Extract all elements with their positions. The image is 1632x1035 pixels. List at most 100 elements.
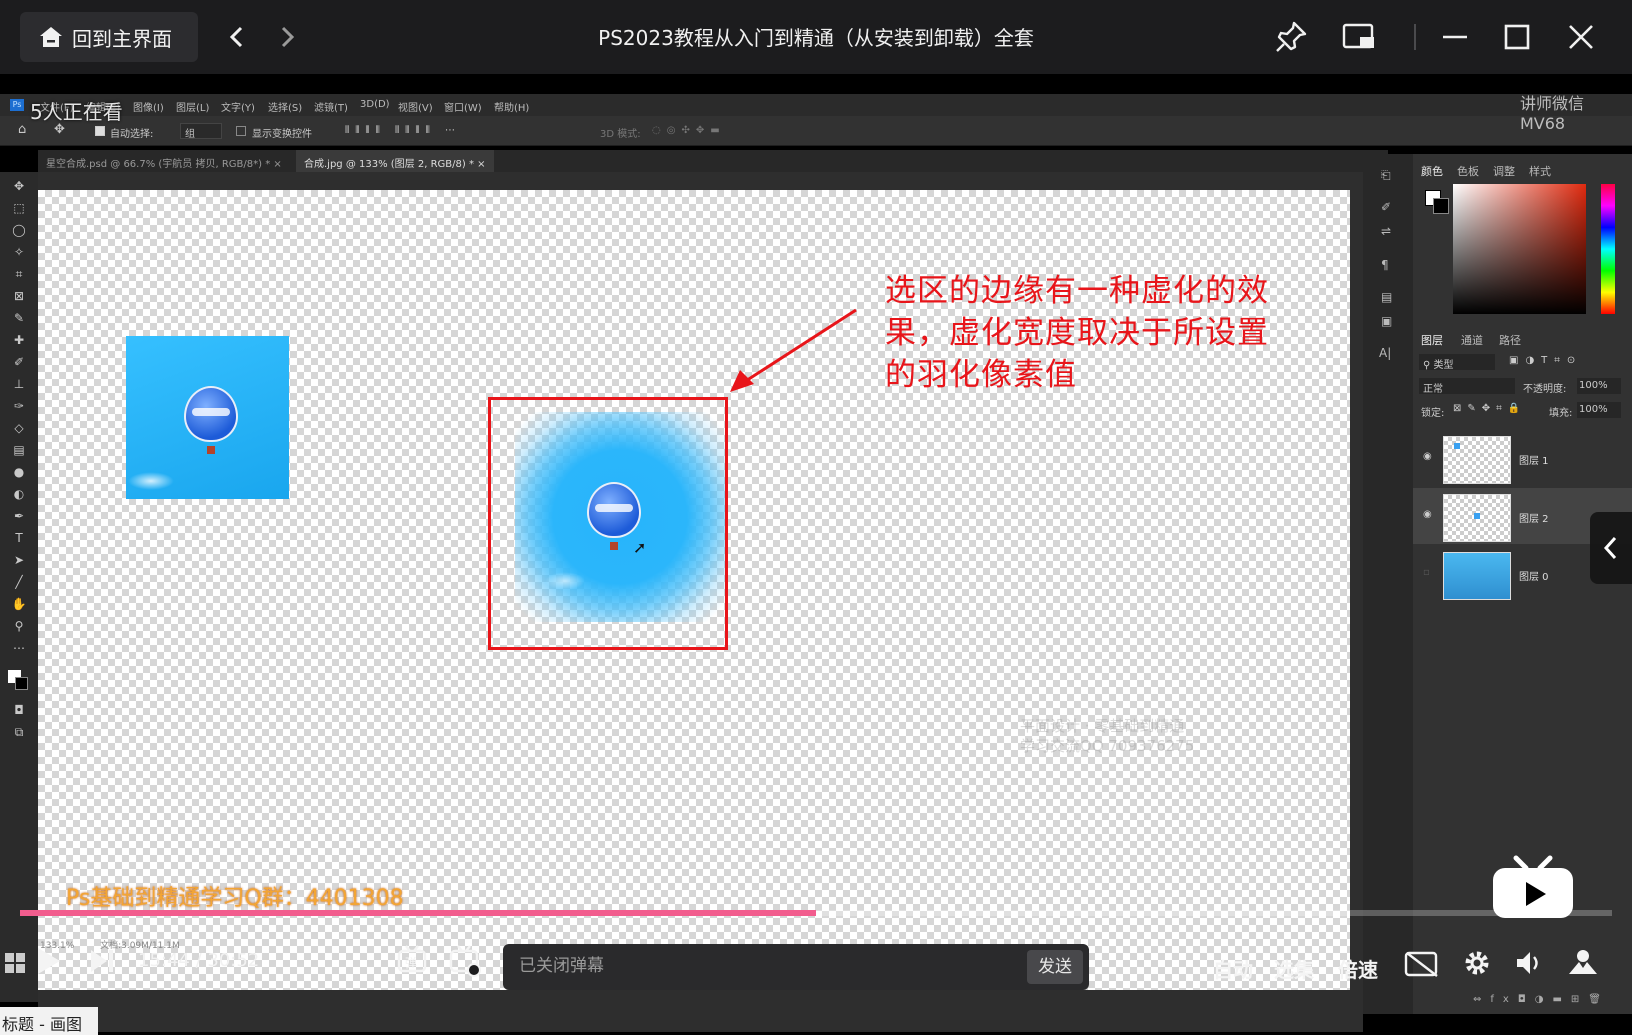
- blend-mode-dropdown[interactable]: 正常: [1419, 378, 1515, 395]
- color-picker-field[interactable]: [1453, 184, 1586, 314]
- doc-tab[interactable]: 星空合成.psd @ 66.7% (宇航员 拷贝, RGB/8*) * ×: [38, 150, 290, 172]
- marquee-tool-icon[interactable]: ⬚: [10, 200, 28, 216]
- align-icons[interactable]: ⫴⫴⫴⫴ ⫴⫴⫴⫴ ⋯: [345, 125, 461, 136]
- close-icon[interactable]: ×: [273, 159, 281, 170]
- progress-bar[interactable]: [20, 910, 1612, 916]
- 3d-mode-icons[interactable]: ◌◎✣✥▬: [652, 125, 726, 136]
- ps-menu-item[interactable]: 帮助(H): [494, 99, 529, 114]
- lock-icons[interactable]: ⊠✎✥⌗🔒: [1453, 403, 1526, 414]
- path-select-icon[interactable]: ➤: [10, 552, 28, 568]
- doc-tab-active[interactable]: 合成.jpg @ 133% (图层 2, RGB/8) * ×: [296, 150, 494, 172]
- subtitle-button[interactable]: [1404, 950, 1440, 982]
- hand-tool-icon[interactable]: ✋: [10, 596, 28, 612]
- mini-player-button[interactable]: [1340, 18, 1378, 56]
- panel-tab-adjustments[interactable]: 调整: [1493, 163, 1515, 179]
- fill-value[interactable]: 100%: [1577, 402, 1621, 418]
- panel-tab-swatches[interactable]: 色板: [1457, 163, 1479, 179]
- eraser-tool-icon[interactable]: ◇: [10, 420, 28, 436]
- ps-home-icon[interactable]: ⌂: [18, 122, 26, 137]
- ps-menu-item[interactable]: 3D(D): [360, 99, 390, 110]
- ps-menu-item[interactable]: 窗口(W): [444, 99, 482, 114]
- back-button[interactable]: [218, 18, 256, 56]
- panel-tab-styles[interactable]: 样式: [1529, 163, 1551, 179]
- speed-button[interactable]: 倍速: [1338, 954, 1378, 983]
- layer-row[interactable]: ◉ 图层 1: [1413, 430, 1632, 486]
- character-panel-icon[interactable]: A|: [1379, 346, 1391, 360]
- settings-button[interactable]: [1462, 948, 1492, 982]
- quick-mask-icon[interactable]: ◘: [10, 702, 28, 718]
- visibility-eye-icon[interactable]: ◉: [1423, 509, 1432, 520]
- panel-tab-channels[interactable]: 通道: [1461, 332, 1483, 348]
- layer-filter-icons[interactable]: ▣◑T⌗⊙: [1509, 355, 1582, 366]
- next-button[interactable]: [88, 948, 116, 978]
- taskbar-paint-window[interactable]: 标题 - 画图: [0, 1007, 98, 1035]
- visibility-eye-icon[interactable]: ◉: [1423, 451, 1432, 462]
- fullscreen-button[interactable]: [1566, 946, 1600, 982]
- hue-slider[interactable]: [1601, 184, 1615, 314]
- screen-mode-icon[interactable]: ⧉: [10, 724, 28, 740]
- minimize-button[interactable]: [1436, 18, 1474, 56]
- brush-panel-icon[interactable]: ✐: [1381, 200, 1391, 214]
- ps-menu-item[interactable]: 视图(V): [398, 99, 433, 114]
- history-panel-icon[interactable]: ⎗: [1381, 168, 1391, 183]
- eyedropper-icon[interactable]: ✎: [10, 310, 28, 326]
- ps-menu-item[interactable]: 图像(I): [133, 99, 164, 114]
- type-tool-icon[interactable]: T: [10, 530, 28, 546]
- close-icon[interactable]: ×: [477, 159, 485, 170]
- video-player[interactable]: Ps 文件(F) 编辑(E) 图像(I) 图层(L) 文字(Y) 选择(S) 滤…: [0, 74, 1632, 1035]
- side-panel-toggle[interactable]: [1590, 512, 1632, 584]
- show-transform-checkbox[interactable]: [236, 126, 246, 136]
- home-button[interactable]: 回到主界面: [20, 12, 198, 62]
- auto-select-dropdown[interactable]: 组: [180, 123, 222, 140]
- adjust-panel-icon[interactable]: ⇌: [1381, 224, 1391, 238]
- episodes-button[interactable]: 选集: [1274, 954, 1314, 983]
- visibility-eye-icon[interactable]: ▫: [1423, 567, 1430, 578]
- dodge-tool-icon[interactable]: ◐: [10, 486, 28, 502]
- danmaku-input[interactable]: [519, 956, 979, 976]
- ps-menu-item[interactable]: 滤镜(T): [314, 99, 348, 114]
- blur-tool-icon[interactable]: ●: [10, 464, 28, 480]
- panel-tab-color[interactable]: 颜色: [1421, 163, 1443, 179]
- danmaku-settings-button[interactable]: [448, 944, 482, 982]
- send-button[interactable]: 发送: [1027, 950, 1083, 984]
- ps-menu-item[interactable]: 选择(S): [268, 99, 302, 114]
- zoom-tool-icon[interactable]: ⚲: [10, 618, 28, 634]
- danmaku-toggle-button[interactable]: 弹: [396, 944, 430, 982]
- volume-button[interactable]: [1514, 948, 1544, 982]
- move-tool-icon[interactable]: ✥: [10, 178, 28, 194]
- pin-button[interactable]: [1272, 18, 1310, 56]
- close-button[interactable]: [1562, 18, 1600, 56]
- gradient-tool-icon[interactable]: ▤: [10, 442, 28, 458]
- panel-tab-paths[interactable]: 路径: [1499, 332, 1521, 348]
- windows-start-icon[interactable]: [4, 952, 26, 978]
- frame-tool-icon[interactable]: ⊠: [10, 288, 28, 304]
- bg-color-swatch[interactable]: [1433, 198, 1449, 214]
- more-tools-icon[interactable]: ⋯: [10, 640, 28, 656]
- opacity-value[interactable]: 100%: [1577, 378, 1621, 394]
- pin-icon: [1276, 21, 1307, 52]
- crop-tool-icon[interactable]: ⌗: [10, 266, 28, 282]
- line-tool-icon[interactable]: ╱: [10, 574, 28, 590]
- notes-panel-icon[interactable]: ▣: [1381, 314, 1392, 328]
- stamp-tool-icon[interactable]: ⊥: [10, 376, 28, 392]
- quality-auto-button[interactable]: 自动: [1213, 954, 1253, 983]
- magic-wand-icon[interactable]: ✧: [10, 244, 28, 260]
- properties-panel-icon[interactable]: ▤: [1381, 290, 1392, 304]
- maximize-button[interactable]: [1498, 18, 1536, 56]
- panel-tab-layers[interactable]: 图层: [1421, 332, 1443, 348]
- auto-select-checkbox[interactable]: [95, 126, 105, 136]
- ps-menu-item[interactable]: 文字(Y): [221, 99, 255, 114]
- history-brush-icon[interactable]: ✑: [10, 398, 28, 414]
- ps-document-tabs: 星空合成.psd @ 66.7% (宇航员 拷贝, RGB/8*) * × 合成…: [38, 150, 1388, 172]
- brush-tool-icon[interactable]: ✐: [10, 354, 28, 370]
- background-color-swatch[interactable]: [15, 677, 28, 690]
- ps-menu-item[interactable]: 图层(L): [176, 99, 209, 114]
- layer-filter-dropdown[interactable]: ⚲ 类型: [1419, 354, 1495, 371]
- ps-options-bar: ⌂ ✥ 自动选择: 组 显示变换控件 ⫴⫴⫴⫴ ⫴⫴⫴⫴ ⋯ 3D 模式: ◌◎…: [0, 116, 1632, 146]
- lasso-tool-icon[interactable]: ◯: [10, 222, 28, 238]
- play-button[interactable]: [34, 946, 62, 980]
- pen-tool-icon[interactable]: ✒: [10, 508, 28, 524]
- forward-button[interactable]: [268, 18, 306, 56]
- healing-brush-icon[interactable]: ✚: [10, 332, 28, 348]
- paragraph-panel-icon[interactable]: ¶: [1381, 258, 1389, 272]
